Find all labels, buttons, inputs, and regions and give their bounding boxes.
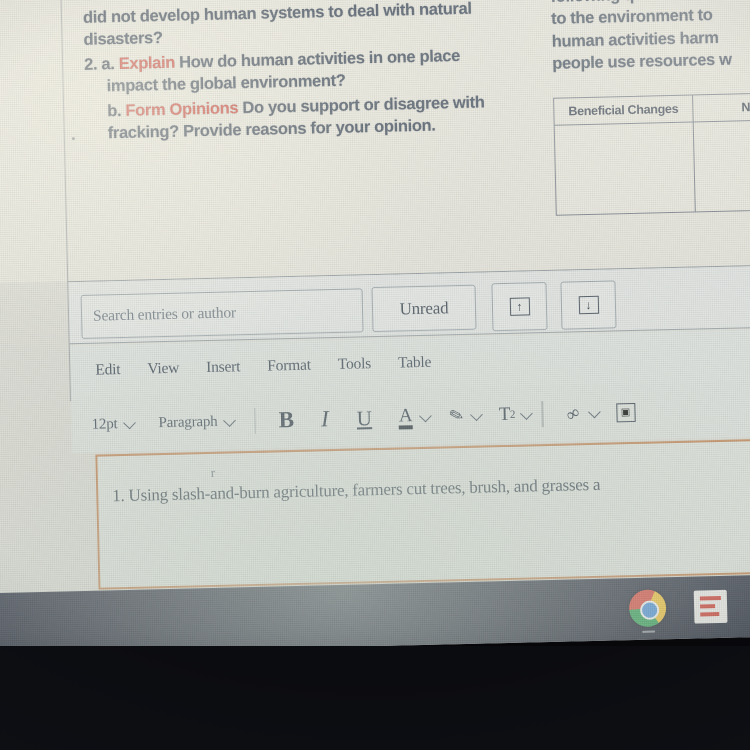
table-cell-beneficial xyxy=(554,122,696,215)
menu-tools[interactable]: Tools xyxy=(338,355,372,374)
document-icon[interactable] xyxy=(693,589,728,624)
arrow-up-in-box-icon: ↑ xyxy=(509,297,530,316)
search-input[interactable]: Search entries or author xyxy=(80,288,364,339)
collapse-threads-button[interactable]: ↓ xyxy=(560,280,617,330)
table-body-row xyxy=(554,120,750,215)
search-input-placeholder: Search entries or author xyxy=(92,304,237,325)
link-chain-icon: ∞ xyxy=(561,401,583,425)
question-2b-number: b. xyxy=(107,101,122,120)
laptop-screen: b. Draw Conclusions What might happen if… xyxy=(0,0,750,656)
table-header-negative: Neg xyxy=(741,99,750,115)
question-2b-skill-label: Form Opinions xyxy=(125,98,239,120)
arrow-down-in-box-icon: ↓ xyxy=(578,295,599,315)
underline-button[interactable]: U xyxy=(356,406,372,431)
editor-content-text: 1. Using slash-and-burn agriculture, far… xyxy=(112,474,601,506)
unread-filter-label: Unread xyxy=(399,297,449,318)
insert-image-button[interactable]: ▣ xyxy=(615,402,636,422)
text-color-icon: A xyxy=(399,405,413,429)
rich-text-editor-body[interactable]: r 1. Using slash-and-burn agriculture, f… xyxy=(95,437,750,590)
chevron-down-icon xyxy=(123,416,136,429)
chevron-down-icon xyxy=(470,407,484,421)
bold-button[interactable]: B xyxy=(278,407,294,433)
chevron-down-icon xyxy=(587,405,601,418)
question-1b-skill-label: Draw Conclusions xyxy=(100,0,239,3)
question-2a-number: 2. a. xyxy=(83,54,115,74)
textbook-right-column: in your community. Us following question… xyxy=(550,0,750,76)
highlight-color-dropdown[interactable]: ✎ xyxy=(446,404,484,427)
question-2b-text-a: Do you support or disagree with xyxy=(242,92,485,117)
document-icon-line xyxy=(700,604,716,609)
menu-insert[interactable]: Insert xyxy=(206,358,241,377)
chrome-icon[interactable] xyxy=(628,589,667,633)
font-size-value: 12pt xyxy=(91,415,118,433)
italic-button[interactable]: I xyxy=(321,406,329,432)
screen-photograph: b. Draw Conclusions What might happen if… xyxy=(0,0,750,750)
question-2a-text-a: How do human activities in one place xyxy=(178,46,461,72)
table-header-row: Beneficial Changes Neg xyxy=(554,92,750,126)
block-format-dropdown[interactable]: Paragraph xyxy=(158,413,236,432)
menu-view[interactable]: View xyxy=(147,360,179,379)
question-2a-skill-label: Explain xyxy=(118,53,176,73)
toolbar-divider xyxy=(541,401,544,428)
textbook-left-column: b. Draw Conclusions What might happen if… xyxy=(82,0,526,146)
expand-threads-button[interactable]: ↑ xyxy=(491,282,548,332)
superscript-icon: T2 xyxy=(498,403,516,426)
highlighter-pen-icon: ✎ xyxy=(446,404,467,427)
editor-caret-mark: r xyxy=(210,464,216,480)
chrome-running-indicator xyxy=(641,630,655,633)
stray-speck xyxy=(71,137,75,141)
document-icon-line xyxy=(700,612,720,617)
block-format-value: Paragraph xyxy=(158,413,218,431)
chevron-down-icon xyxy=(222,413,236,427)
textbook-document-area: b. Draw Conclusions What might happen if… xyxy=(0,0,750,402)
question-1b-number: b. xyxy=(82,0,96,4)
superscript-dropdown[interactable]: T2 xyxy=(498,403,534,426)
menu-edit[interactable]: Edit xyxy=(95,361,120,380)
toolbar-divider xyxy=(254,407,257,434)
menu-format[interactable]: Format xyxy=(267,357,311,376)
image-icon: ▣ xyxy=(615,402,636,422)
page-vertical-rule xyxy=(59,0,72,402)
text-color-dropdown[interactable]: A xyxy=(399,405,432,429)
chevron-down-icon xyxy=(520,406,534,420)
laptop-bezel xyxy=(0,646,750,750)
chevron-down-icon xyxy=(419,409,432,422)
table-header-beneficial: Beneficial Changes xyxy=(554,95,694,125)
table-cell-negative xyxy=(694,120,750,212)
unread-filter-button[interactable]: Unread xyxy=(371,284,477,333)
menu-table[interactable]: Table xyxy=(398,354,432,373)
beneficial-negative-changes-table: Beneficial Changes Neg xyxy=(553,91,750,216)
insert-link-dropdown[interactable]: ∞ xyxy=(562,401,601,425)
font-size-dropdown[interactable]: 12pt xyxy=(91,415,136,433)
document-icon-line xyxy=(699,595,721,601)
